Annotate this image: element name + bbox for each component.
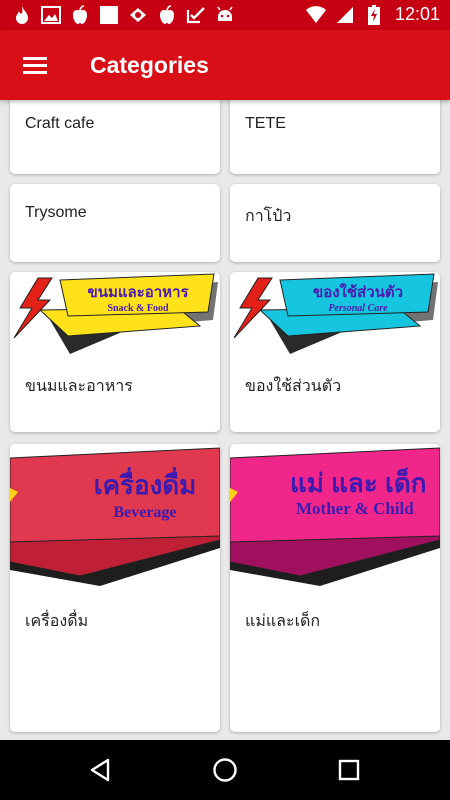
page-title: Categories: [90, 52, 209, 78]
back-triangle-icon[interactable]: [80, 750, 120, 790]
category-banner-mother-child: แม่ และ เด็ก Mother & Child: [230, 447, 440, 586]
banner-subtitle: Mother & Child: [296, 499, 414, 518]
category-banner-beverage: เครื่องดื่ม Beverage: [10, 447, 220, 586]
app-bar: Categories: [0, 30, 450, 100]
lightning-bolt-icon: [13, 277, 53, 339]
status-bar: 12:01: [0, 0, 450, 30]
category-card-kapow[interactable]: กาโป๋ว: [230, 184, 440, 262]
image-icon: [41, 5, 61, 25]
category-card-personal-care[interactable]: ของใช้ส่วนตัว Personal Care ของใช้ส่วนตั…: [230, 272, 440, 432]
check-icon: [186, 5, 206, 25]
apple-icon: [70, 5, 90, 25]
category-grid: Craft cafe TETE Trysome กาโป๋ว ขนมและอาห…: [0, 100, 450, 740]
category-label: TETE: [245, 115, 286, 132]
banner-subtitle: Beverage: [113, 504, 176, 521]
category-label: แม่และเด็ก: [245, 613, 321, 630]
square-icon: [99, 5, 119, 25]
home-circle-icon[interactable]: [205, 750, 245, 790]
category-label: ขนมและอาหาร: [25, 378, 133, 395]
hamburger-menu-icon[interactable]: [14, 44, 56, 86]
android-icon: [215, 5, 235, 25]
category-label: เครื่องดื่ม: [25, 613, 89, 630]
battery-charging-icon: [364, 4, 384, 25]
navigation-bar: [0, 740, 450, 800]
clock: 12:01: [394, 4, 440, 24]
category-card-snack-food[interactable]: ขนมและอาหาร Snack & Food ขนมและอาหาร: [10, 272, 220, 432]
category-card-mother-child[interactable]: แม่ และ เด็ก Mother & Child แม่และเด็ก: [230, 444, 440, 732]
lightning-bolt-icon: [233, 277, 273, 339]
category-label: Trysome: [25, 204, 87, 221]
banner-title: ขนมและอาหาร: [87, 284, 189, 301]
apple-icon: [157, 5, 177, 25]
category-card-tete[interactable]: TETE: [230, 100, 440, 174]
category-label: ของใช้ส่วนตัว: [245, 378, 342, 395]
category-card-beverage[interactable]: เครื่องดื่ม Beverage เครื่องดื่ม: [10, 444, 220, 732]
system-icons: 12:01: [305, 4, 440, 25]
shield-icon: [128, 5, 148, 25]
banner-title: ของใช้ส่วนตัว: [313, 283, 403, 301]
wifi-icon: [305, 5, 326, 25]
category-banner-personal-care: ของใช้ส่วนตัว Personal Care: [233, 273, 438, 354]
category-banner-snack-food: ขนมและอาหาร Snack & Food: [13, 273, 218, 354]
category-label: กาโป๋ว: [245, 208, 292, 225]
fire-icon: [12, 5, 32, 25]
notification-icons: [12, 5, 235, 25]
recents-square-icon[interactable]: [329, 750, 369, 790]
signal-icon: [335, 5, 355, 25]
category-card-trysome[interactable]: Trysome: [10, 184, 220, 262]
banner-subtitle: Personal Care: [328, 303, 388, 314]
category-card-craft-cafe[interactable]: Craft cafe: [10, 100, 220, 174]
category-label: Craft cafe: [25, 115, 95, 132]
banner-title: แม่ และ เด็ก: [290, 467, 427, 498]
banner-subtitle: Snack & Food: [107, 303, 169, 314]
banner-title: เครื่องดื่ม: [94, 466, 197, 500]
